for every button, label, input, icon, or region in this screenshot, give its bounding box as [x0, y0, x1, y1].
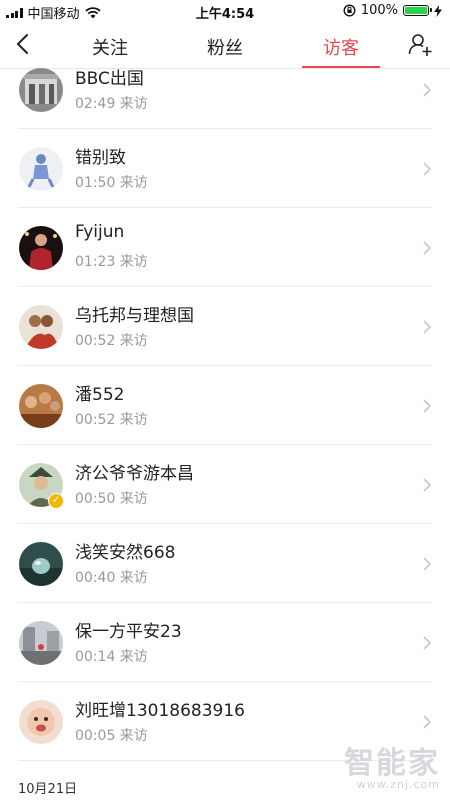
avatar — [19, 542, 63, 586]
visit-time: 00:40 来访 — [75, 570, 148, 586]
visitor-name: 浅笑安然668 — [75, 543, 176, 563]
status-right: 100% — [343, 3, 442, 18]
list-item[interactable]: Fyijun 01:23 来访 — [0, 208, 450, 287]
visitor-name: BBC出国 — [75, 69, 144, 89]
list-item[interactable]: ✓ 济公爷爷游本昌 00:50 来访 — [0, 445, 450, 524]
visit-time: 00:50 来访 — [75, 491, 148, 507]
visitor-name: 济公爷爷游本昌 — [75, 464, 194, 484]
visitor-name: 乌托邦与理想国 — [75, 306, 194, 326]
visitor-list: BBC出国 02:49 来访 错别致 01:50 来访 Fyijun 01:23… — [0, 64, 450, 761]
list-item[interactable]: 保一方平安23 00:14 来访 — [0, 603, 450, 682]
visit-time: 00:05 来访 — [75, 728, 148, 744]
avatar — [19, 700, 63, 744]
avatar — [19, 305, 63, 349]
avatar — [19, 621, 63, 665]
visitor-name: Fyijun — [75, 222, 125, 242]
chevron-right-icon — [423, 320, 432, 334]
visitor-name: 潘552 — [75, 385, 125, 405]
list-item[interactable]: 乌托邦与理想国 00:52 来访 — [0, 287, 450, 366]
visitor-name: 保一方平安23 — [75, 622, 182, 642]
avatar — [19, 384, 63, 428]
chevron-right-icon — [423, 162, 432, 176]
avatar — [19, 226, 63, 270]
chevron-right-icon — [423, 557, 432, 571]
rotation-lock-icon — [343, 4, 356, 17]
watermark-logo: 智能家 www.znj.com — [344, 746, 440, 791]
battery-percent: 100% — [360, 3, 398, 18]
visit-time: 01:23 来访 — [75, 254, 148, 270]
chevron-right-icon — [423, 478, 432, 492]
list-item[interactable]: BBC出国 02:49 来访 — [0, 50, 450, 129]
verified-badge-icon: ✓ — [48, 493, 64, 509]
avatar — [19, 68, 63, 112]
list-item[interactable]: 错别致 01:50 来访 — [0, 129, 450, 208]
visit-time: 00:52 来访 — [75, 333, 148, 349]
visit-time: 00:14 来访 — [75, 649, 148, 665]
list-item[interactable]: 潘552 00:52 来访 — [0, 366, 450, 445]
date-section-header: 10月21日 — [18, 782, 78, 797]
visit-time: 00:52 来访 — [75, 412, 148, 428]
chevron-right-icon — [423, 241, 432, 255]
avatar — [19, 147, 63, 191]
visit-time: 02:49 来访 — [75, 96, 148, 112]
chevron-right-icon — [423, 715, 432, 729]
status-bar: 中国移动 上午4:54 100% — [0, 0, 450, 22]
list-item[interactable]: 浅笑安然668 00:40 来访 — [0, 524, 450, 603]
chevron-right-icon — [423, 636, 432, 650]
chevron-right-icon — [423, 399, 432, 413]
chevron-right-icon — [423, 83, 432, 97]
battery-icon — [403, 5, 432, 16]
charging-icon — [434, 4, 442, 17]
visit-time: 01:50 来访 — [75, 175, 148, 191]
visitor-name: 错别致 — [75, 148, 126, 168]
visitor-name: 刘旺增13018683916 — [75, 701, 245, 721]
